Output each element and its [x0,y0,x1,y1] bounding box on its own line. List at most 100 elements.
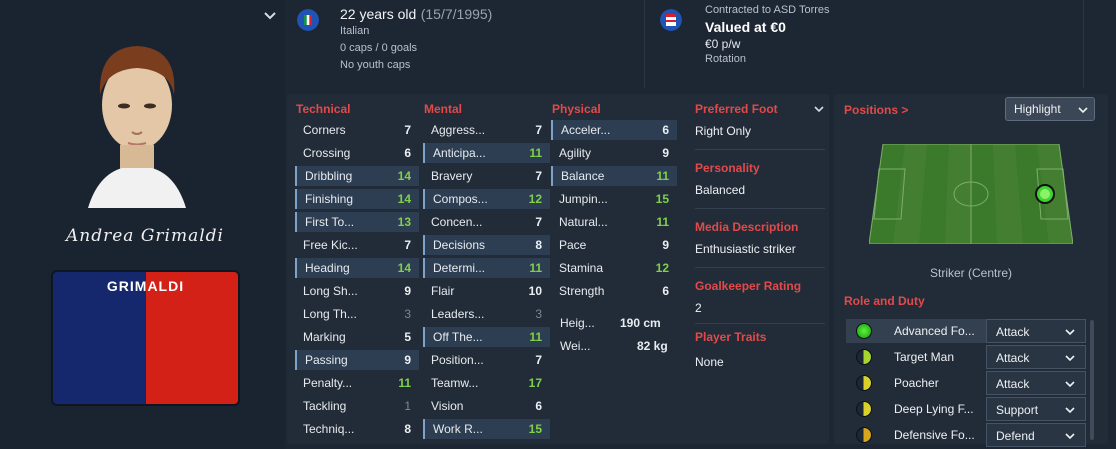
technical-attribute-row[interactable]: Free Kic... 7 [295,235,419,255]
physical-attribute-row[interactable]: Pace 9 [551,235,677,255]
duty-dropdown[interactable]: Support [986,397,1086,421]
physical-attribute-row[interactable]: Balance 11 [551,166,677,186]
duty-dropdown[interactable]: Attack [986,319,1086,343]
mental-attribute-row[interactable]: Teamw... 17 [423,373,550,393]
mental-attribute-row[interactable]: Vision 6 [423,396,550,416]
attribute-label: Long Sh... [303,284,358,298]
role-list-scrollbar[interactable] [1090,320,1094,440]
squad-status-text: Rotation [705,53,746,65]
technical-attribute-row[interactable]: Penalty... 11 [295,373,419,393]
role-row[interactable]: Deep Lying F... Support [846,397,1086,421]
role-row[interactable]: Poacher Attack [846,371,1086,395]
attribute-value: 6 [662,123,669,137]
mental-attribute-row[interactable]: Anticipa... 11 [423,143,550,163]
technical-attribute-row[interactable]: Finishing 14 [295,189,419,209]
attribute-label: Passing [305,353,348,367]
mental-attribute-row[interactable]: Determi... 11 [423,258,550,278]
role-row[interactable]: Defensive Fo... Defend [846,423,1086,447]
attribute-label: Decisions [433,238,486,252]
attribute-value: 9 [404,284,411,298]
physical-attribute-row[interactable]: Acceler... 6 [551,120,677,140]
technical-attribute-row[interactable]: Long Th... 3 [295,304,419,324]
attribute-value: 14 [397,192,411,206]
attribute-label: Acceler... [561,123,611,137]
divider [695,149,825,150]
physical-attribute-row[interactable]: Strength 6 [551,281,677,301]
chevron-down-icon [1065,407,1075,414]
attribute-value: 8 [404,422,411,436]
attribute-label: Vision [431,399,464,413]
mental-attribute-row[interactable]: Off The... 11 [423,327,550,347]
player-portrait-panel: Andrea Grimaldi GRIMALDI [0,0,285,449]
club-badge-icon[interactable] [660,9,682,31]
player-face-image [88,46,186,208]
role-name: Deep Lying F... [894,402,974,416]
technical-attribute-row[interactable]: Dribbling 14 [295,166,419,186]
physical-attribute-row[interactable]: Stamina 12 [551,258,677,278]
attribute-value: 9 [662,146,669,160]
attribute-value: 6 [404,146,411,160]
technical-attribute-row[interactable]: Marking 5 [295,327,419,347]
duty-label: Support [996,403,1039,417]
mental-attribute-row[interactable]: Flair 10 [423,281,550,301]
contract-block: Contracted to ASD Torres Valued at €0 €0… [648,0,1084,88]
mental-attribute-row[interactable]: Aggress... 7 [423,120,550,140]
attribute-label: Jumpin... [559,192,608,206]
chevron-down-icon[interactable] [262,8,278,24]
highlight-dropdown[interactable]: Highlight [1005,97,1095,121]
duty-dropdown[interactable]: Attack [986,371,1086,395]
attribute-value: 11 [398,376,411,390]
divider [1083,0,1084,88]
technical-attribute-row[interactable]: Corners 7 [295,120,419,140]
technical-attribute-row[interactable]: Techniq... 8 [295,419,419,439]
mental-attribute-row[interactable]: Decisions 8 [423,235,550,255]
current-position-label: Striker (Centre) [929,266,1012,280]
italy-flag-icon[interactable] [297,9,319,31]
mental-attribute-row[interactable]: Position... 7 [423,350,550,370]
attribute-label: Pace [559,238,587,252]
attribute-label: Strength [559,284,605,298]
mental-attribute-row[interactable]: Bravery 7 [423,166,550,186]
contract-text[interactable]: Contracted to ASD Torres [705,4,830,16]
attribute-value: 11 [529,146,542,160]
attribute-value: 3 [535,307,542,321]
physical-attribute-row[interactable]: Natural... 11 [551,212,677,232]
technical-attribute-row[interactable]: Passing 9 [295,350,419,370]
mental-attribute-row[interactable]: Leaders... 3 [423,304,550,324]
chevron-down-icon[interactable] [814,104,824,114]
role-rating-icon [856,375,872,391]
attribute-value: 15 [528,422,542,436]
mental-attribute-row[interactable]: Work R... 15 [423,419,550,439]
technical-attribute-row[interactable]: Crossing 6 [295,143,419,163]
technical-attribute-row[interactable]: Heading 14 [295,258,419,278]
weight-label: Wei... [560,339,591,353]
player-header-info: 22 years old (15/7/1995) Italian 0 caps … [286,0,1116,92]
chevron-down-icon [1065,355,1075,362]
technical-attribute-row[interactable]: First To... 13 [295,212,419,232]
physical-attribute-row[interactable]: Agility 9 [551,143,677,163]
attribute-label: Aggress... [431,123,486,137]
duty-dropdown[interactable]: Defend [986,423,1086,447]
attribute-value: 6 [662,284,669,298]
role-name: Target Man [894,350,955,364]
role-row[interactable]: Advanced Fo... Attack [846,319,1086,343]
physical-heading: Physical [552,102,601,116]
duty-dropdown[interactable]: Attack [986,345,1086,369]
duty-label: Attack [996,325,1030,339]
player-traits-heading: Player Traits [695,330,767,344]
attribute-value: 14 [397,169,411,183]
mental-attribute-row[interactable]: Compos... 12 [423,189,550,209]
physical-attribute-row[interactable]: Jumpin... 15 [551,189,677,209]
attribute-value: 7 [535,353,542,367]
attribute-label: Anticipa... [433,146,486,160]
technical-attribute-row[interactable]: Tackling 1 [295,396,419,416]
mental-attribute-row[interactable]: Concen... 7 [423,212,550,232]
duty-label: Attack [996,351,1030,365]
positions-link[interactable]: Positions > [844,103,908,117]
attribute-value: 3 [404,307,411,321]
technical-attribute-row[interactable]: Long Sh... 9 [295,281,419,301]
attribute-value: 12 [655,261,669,275]
role-row[interactable]: Target Man Attack [846,345,1086,369]
media-description-value: Enthusiastic striker [695,242,796,256]
attribute-value: 13 [397,215,411,229]
